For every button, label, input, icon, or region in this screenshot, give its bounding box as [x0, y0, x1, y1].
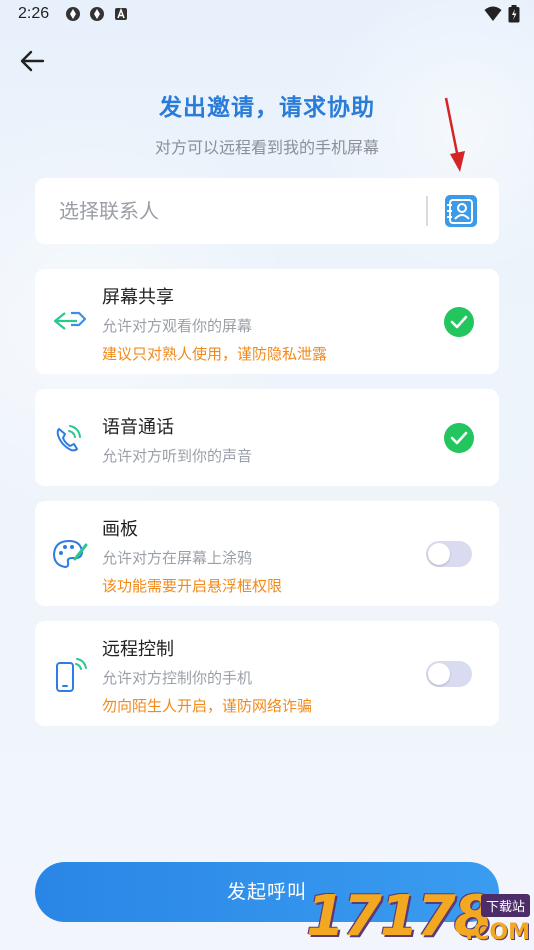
- remote-control-toggle[interactable]: [426, 661, 472, 687]
- battery-icon: [508, 5, 520, 23]
- status-bar: 2:26: [0, 0, 534, 28]
- option-card-voice-call: 语音通话 允许对方听到你的声音: [35, 389, 499, 486]
- watermark-badge: 下载站: [480, 894, 530, 917]
- wifi-icon: [484, 6, 502, 21]
- option-card-screen-share: 屏幕共享 允许对方观看你的屏幕 建议只对熟人使用，谨防隐私泄露: [35, 269, 499, 374]
- app-notification-icon: [66, 7, 81, 21]
- check-icon: [450, 315, 468, 329]
- toggle-knob: [428, 663, 450, 685]
- card-warning: 勿向陌生人开启，谨防网络诈骗: [102, 697, 313, 715]
- card-desc: 允许对方听到你的声音: [102, 447, 253, 465]
- card-title: 语音通话: [102, 417, 174, 438]
- divider: [426, 196, 428, 226]
- phone-call-icon: [56, 425, 81, 452]
- contact-input[interactable]: [59, 199, 419, 223]
- screen-share-checkbox[interactable]: [444, 307, 474, 337]
- voice-call-checkbox[interactable]: [444, 423, 474, 453]
- option-card-drawing-board: 画板 允许对方在屏幕上涂鸦 该功能需要开启悬浮框权限: [35, 501, 499, 606]
- card-warning: 建议只对熟人使用，谨防隐私泄露: [102, 345, 328, 363]
- check-icon: [450, 431, 468, 445]
- card-desc: 允许对方观看你的屏幕: [102, 317, 253, 335]
- card-title: 画板: [102, 519, 138, 540]
- remote-phone-icon: [56, 658, 87, 692]
- status-time: 2:26: [18, 5, 50, 22]
- screen-share-icon: [53, 311, 87, 330]
- watermark-logo: 17178 下载站 .COM: [306, 884, 534, 950]
- option-card-remote-control: 远程控制 允许对方控制你的手机 勿向陌生人开启，谨防网络诈骗: [35, 621, 499, 726]
- annotation-arrow-icon: [444, 97, 465, 172]
- drawing-board-toggle[interactable]: [426, 541, 472, 567]
- contacts-book-icon[interactable]: [445, 195, 477, 227]
- contact-selector[interactable]: [35, 178, 499, 244]
- watermark-suffix: .COM: [464, 920, 530, 945]
- a-notification-icon: [115, 7, 128, 20]
- card-desc: 允许对方控制你的手机: [102, 669, 253, 687]
- card-title: 屏幕共享: [102, 287, 174, 308]
- card-desc: 允许对方在屏幕上涂鸦: [102, 549, 253, 567]
- card-warning: 该功能需要开启悬浮框权限: [102, 577, 283, 595]
- app-notification-icon: [90, 7, 105, 21]
- palette-icon: [52, 539, 88, 569]
- toggle-knob: [428, 543, 450, 565]
- card-title: 远程控制: [102, 639, 174, 660]
- watermark-digits: 17178: [306, 884, 493, 949]
- back-arrow-icon[interactable]: [18, 46, 48, 76]
